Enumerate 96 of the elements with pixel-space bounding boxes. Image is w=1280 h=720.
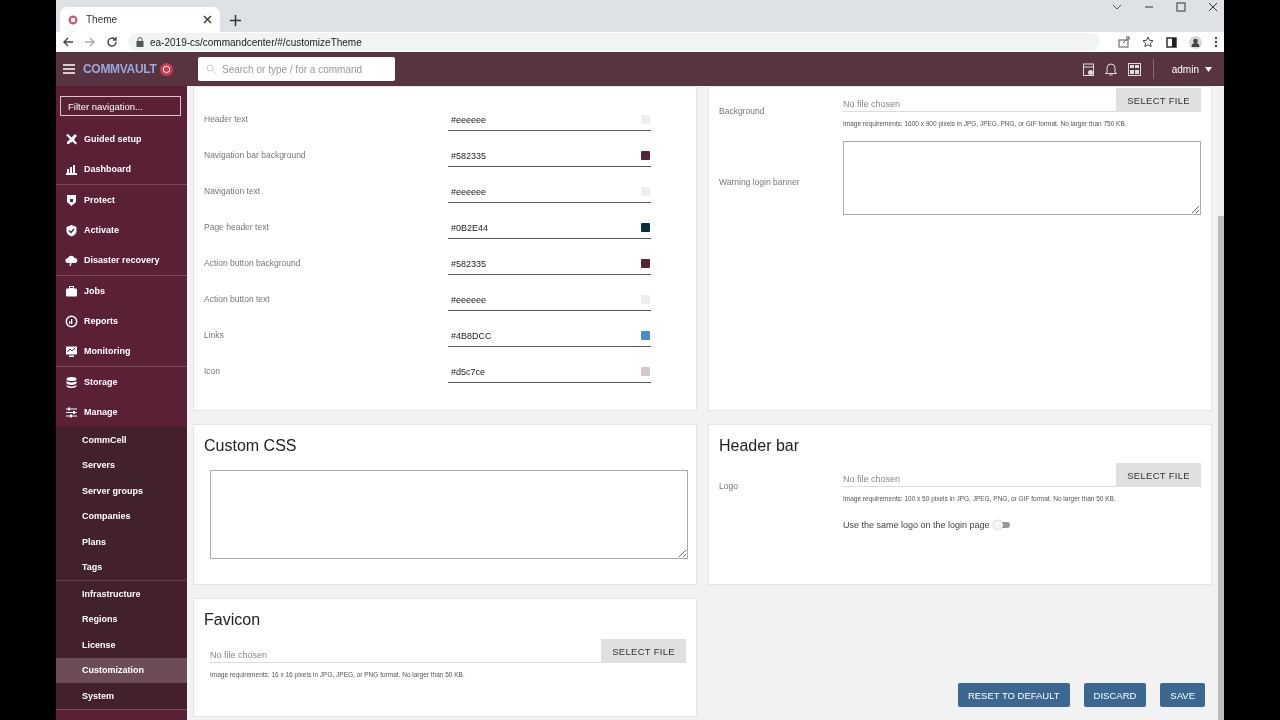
nav-item[interactable]: Protect [56,185,187,215]
nav-item[interactable]: Manage [56,397,187,427]
file-name-field: No file chosen [843,474,1117,487]
nav-item[interactable]: Dashboard [56,154,187,184]
grid-icon[interactable] [1127,62,1141,76]
share-icon[interactable] [1118,36,1130,48]
more-icon[interactable] [1214,36,1218,48]
card-title: Custom CSS [203,436,298,455]
color-field[interactable]: #d5c7ce [448,361,651,383]
address-text[interactable]: ea-2019-cs/commandcenter/#/customizeTheme [150,36,362,48]
field-label: Navigation bar background [204,150,307,160]
color-field[interactable]: #582335 [448,145,651,167]
nav-subitem[interactable]: Server groups [56,478,187,504]
color-field[interactable]: #eeeeee [448,109,651,131]
field-label: Action button background [204,258,302,268]
close-icon[interactable] [203,15,212,24]
briefcase-icon [65,284,78,298]
back-icon[interactable] [62,36,74,48]
action-button[interactable]: RESET TO DEFAULT [957,683,1070,707]
new-tab-icon[interactable] [230,15,241,26]
profile-icon[interactable] [1189,35,1202,49]
select-file-button[interactable]: SELECT FILE [601,639,686,663]
shield-lock-icon [65,193,78,207]
action-button[interactable]: DISCARD [1083,683,1147,707]
color-field[interactable]: #582335 [448,253,651,275]
nav-subitem[interactable]: License [56,632,187,658]
cube-icon [68,14,78,25]
field-label: Action button text [204,294,271,304]
star-icon[interactable] [1142,36,1154,48]
nav-subitem[interactable]: System [56,683,187,709]
cube-logo-icon [159,62,173,76]
filter-field[interactable]: Filter navigation... [60,96,181,116]
select-file-button[interactable]: SELECT FILE [1116,463,1201,487]
field-label: Background [719,105,766,116]
color-swatch[interactable] [641,331,650,340]
bell-icon[interactable] [1104,62,1117,76]
field-label: Links [204,330,225,340]
browser-tab[interactable]: Theme [60,7,220,32]
color-swatch[interactable] [641,223,650,232]
color-field[interactable]: #0B2E44 [448,217,651,239]
nav-subitem[interactable]: Regions [56,606,187,632]
nav-item[interactable]: Monitoring [56,336,187,366]
reload-icon[interactable] [106,36,118,48]
cloud-icon [65,253,78,267]
close-icon[interactable] [1208,2,1218,12]
caret-icon [1205,66,1212,72]
nav-item[interactable]: Storage [56,367,187,397]
gauge-icon [65,314,78,328]
color-field[interactable]: #4B8DCC [448,325,651,347]
shield-check-icon [65,223,78,237]
card-title: Header bar [718,436,801,455]
nav-item[interactable]: Guided setup [56,124,187,154]
monitor-icon [65,344,78,358]
toggle-label: Use the same logo on the login page [843,520,990,530]
nav-item[interactable]: Reports [56,306,187,336]
tools-icon [65,132,78,146]
search-icon [206,64,216,74]
action-button[interactable]: SAVE [1160,683,1205,707]
nav-subitem[interactable]: Companies [56,503,187,529]
brand-logo: COMMVAULT [83,62,157,76]
user-menu[interactable]: admin [1165,62,1218,76]
nav-subitem[interactable]: Customization [56,657,187,683]
field-label: Logo [719,480,739,491]
file-name-field: No file chosen [210,650,602,663]
color-swatch[interactable] [641,259,650,268]
tab-title: Theme [86,14,119,25]
color-field[interactable]: #eeeeee [448,181,651,203]
color-swatch[interactable] [641,367,650,376]
file-name-field: No file chosen [843,99,1117,112]
database-icon [65,375,78,389]
toggle-switch[interactable] [992,520,1011,530]
sliders-icon [65,405,78,419]
chevron-down-icon[interactable] [1112,2,1122,12]
color-field[interactable]: #eeeeee [448,289,651,311]
chart-icon [65,162,78,176]
field-label: Header text [204,114,249,124]
nav-subitem[interactable]: Infrastructure [56,581,187,607]
nav-item[interactable]: Activate [56,215,187,245]
nav-item[interactable]: Disaster recovery [56,245,187,275]
calendar-clock-icon[interactable] [1082,62,1094,76]
nav-item[interactable]: Jobs [56,276,187,306]
select-file-button[interactable]: SELECT FILE [1116,88,1201,112]
menu-icon[interactable] [63,64,75,74]
sidebar-icon[interactable] [1166,36,1177,48]
card-title: Favicon [203,610,262,629]
maximize-icon[interactable] [1176,2,1186,12]
nav-subitem[interactable]: Tags [56,554,187,580]
lock-icon [136,37,144,47]
field-label: Page header text [204,222,270,232]
nav-subitem[interactable]: Servers [56,452,187,478]
nav-subitem[interactable]: Plans [56,529,187,555]
field-label: Icon [204,366,222,376]
field-label: Navigation text [204,186,262,196]
nav-subitem[interactable]: CommCell [56,427,187,453]
color-swatch[interactable] [641,151,650,160]
field-label: Warning login banner [719,176,801,187]
